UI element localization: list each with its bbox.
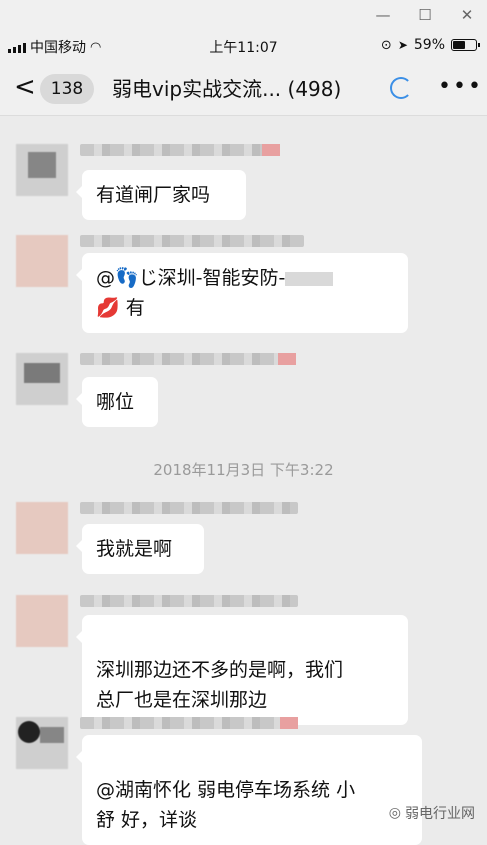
sender-name-blurred <box>80 717 298 729</box>
avatar[interactable] <box>16 144 68 196</box>
message-text: 深圳那边还不多的是啊，我们 总厂也是在深圳那边 <box>96 659 344 711</box>
avatar[interactable] <box>16 502 68 554</box>
message-bubble[interactable]: @湖南怀化 弱电停车场系统 小 舒 好，详谈 <box>76 735 422 845</box>
lock-rotation-icon: ⊙ <box>380 37 392 53</box>
message-text: 有道闸厂家吗 <box>96 184 211 206</box>
location-icon: ➤ <box>397 38 408 52</box>
message-text: @👣じ深圳-智能安防- <box>96 267 286 289</box>
timestamp: 2018年11月3日 下午3:22 <box>153 461 334 479</box>
message-bubble[interactable]: 有道闸厂家吗 <box>76 170 246 220</box>
redacted-text <box>285 271 334 286</box>
loading-icon <box>390 77 412 99</box>
maximize-icon[interactable]: ☐ <box>413 4 437 26</box>
group-title[interactable]: 弱电vip实战交流... (498) <box>112 74 367 104</box>
message-bubble[interactable]: @👣じ深圳-智能安防- 💋 有 <box>76 253 408 333</box>
avatar[interactable] <box>16 717 68 769</box>
message-bubble[interactable]: 深圳那边还不多的是啊，我们 总厂也是在深圳那边 <box>76 615 408 725</box>
chat-list[interactable]: 有道闸厂家吗 @👣じ深圳-智能安防- 💋 有 哪位 2018年11月3日 下午3… <box>0 117 487 845</box>
sender-name-blurred <box>80 502 298 514</box>
message-text: 哪位 <box>96 391 135 413</box>
message-bubble[interactable]: 我就是啊 <box>76 524 204 574</box>
window-title-bar: — ☐ ✕ <box>0 0 487 32</box>
message-text: @湖南怀化 弱电停车场系统 小 舒 好，详谈 <box>96 779 356 831</box>
battery-icon <box>451 39 480 51</box>
unread-badge[interactable]: 138 <box>40 74 94 104</box>
sender-name-blurred <box>80 353 296 365</box>
close-icon[interactable]: ✕ <box>455 4 479 26</box>
wechat-icon: ◎ <box>388 805 401 821</box>
sender-name-blurred <box>80 595 298 607</box>
message-bubble[interactable]: 哪位 <box>76 377 158 427</box>
chat-header: < 138 弱电vip实战交流... (498) ••• <box>0 60 487 116</box>
watermark-text: 弱电行业网 <box>405 806 475 822</box>
back-chevron-icon[interactable]: < <box>14 72 36 102</box>
avatar[interactable] <box>16 353 68 405</box>
avatar[interactable] <box>16 235 68 287</box>
sender-name-blurred <box>80 235 304 247</box>
watermark: ◎ 弱电行业网 <box>389 803 475 823</box>
sender-name-blurred <box>80 144 280 156</box>
battery-percent: 59% <box>413 37 445 53</box>
message-text: 我就是啊 <box>96 538 173 560</box>
more-icon[interactable]: ••• <box>438 74 483 100</box>
avatar[interactable] <box>16 595 68 647</box>
status-bar: 中国移动 ◠ 上午11:07 ⊙ ➤ 59% <box>0 32 487 60</box>
minimize-icon[interactable]: — <box>371 4 395 26</box>
message-text: 💋 有 <box>96 297 145 319</box>
